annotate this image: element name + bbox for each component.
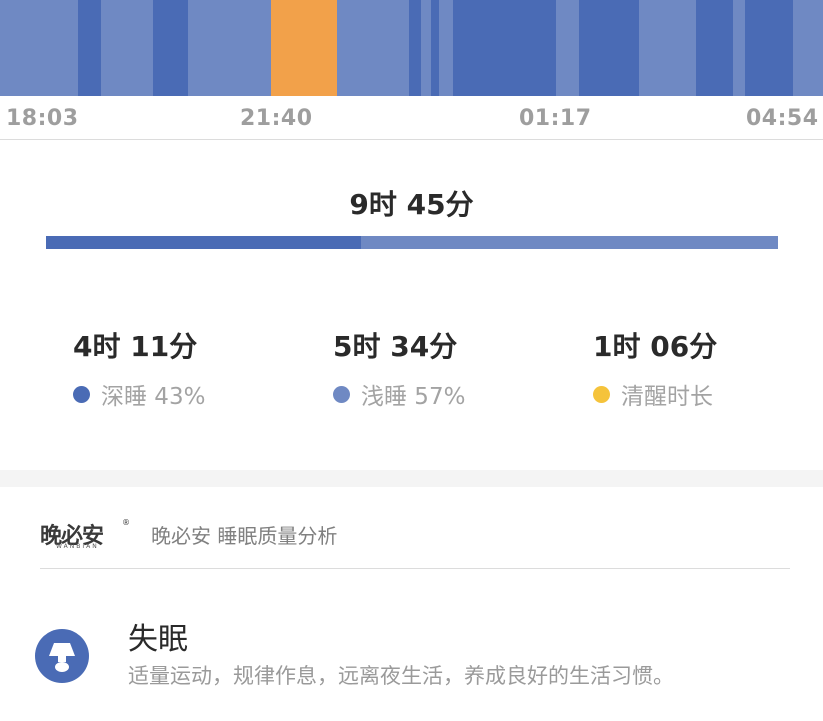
stat-value: 5时 34分 — [333, 330, 458, 363]
result-title: 失眠 — [128, 622, 188, 657]
stat-label: 浅睡 57% — [361, 384, 466, 410]
stat-label: 深睡 43% — [101, 384, 206, 410]
stat-label-row: 清醒时长 — [593, 377, 717, 411]
time-tick: 04:54 — [746, 106, 819, 131]
deep-sleep-portion — [46, 236, 361, 249]
stat-value: 4时 11分 — [73, 330, 198, 363]
time-tick: 01:17 — [519, 106, 592, 131]
stat-label: 清醒时长 — [621, 384, 713, 410]
sleep-result-card: 失眠 适量运动，规律作息，远离夜生活，养成良好的生活习惯。 — [0, 610, 823, 721]
sleep-stage-deep — [579, 0, 639, 96]
sleep-stage-light — [639, 0, 696, 96]
sleep-stage-deep — [153, 0, 188, 96]
registered-mark: ® — [122, 518, 130, 527]
sleep-stage-light — [0, 0, 78, 96]
light-sleep-portion — [360, 236, 778, 249]
sleep-stage-deep — [431, 0, 439, 96]
sleep-stage-deep — [745, 0, 793, 96]
sleep-stage-light — [421, 0, 431, 96]
sleep-stage-deep — [696, 0, 733, 96]
light-sleep-dot-icon — [333, 385, 350, 403]
stat-awake: 1时 06分 清醒时长 — [593, 325, 717, 411]
awake-dot-icon — [593, 385, 610, 403]
stat-value: 1时 06分 — [593, 330, 718, 363]
stat-light-sleep: 5时 34分 浅睡 57% — [333, 325, 465, 411]
sleep-stage-deep — [409, 0, 421, 96]
sleep-stage-deep — [78, 0, 101, 96]
time-tick: 18:03 — [6, 106, 79, 131]
deep-light-ratio-bar — [46, 236, 778, 249]
brand-logo: 晚必安 ® WANBIAN — [40, 518, 130, 550]
section-divider — [0, 470, 823, 487]
sleep-stage-light — [337, 0, 409, 96]
deep-sleep-dot-icon — [73, 385, 90, 403]
time-tick: 21:40 — [240, 106, 313, 131]
sleep-stage-chart — [0, 0, 823, 96]
sleep-stage-light — [439, 0, 453, 96]
stat-label-row: 浅睡 57% — [333, 377, 465, 411]
sleep-stage-deep — [453, 0, 556, 96]
sleep-stage-light — [188, 0, 271, 96]
sleep-stage-light — [101, 0, 153, 96]
sleep-stage-light — [793, 0, 823, 96]
total-sleep-duration: 9时 45分 — [349, 188, 474, 221]
sleep-stage-awake — [271, 0, 337, 96]
logo-subtext: WANBIAN — [56, 543, 99, 550]
stat-label-row: 深睡 43% — [73, 377, 205, 411]
time-axis: 18:03 21:40 01:17 04:54 — [0, 96, 823, 140]
lamp-icon — [35, 629, 89, 683]
sleep-stage-light — [733, 0, 745, 96]
stat-deep-sleep: 4时 11分 深睡 43% — [73, 325, 205, 411]
analysis-heading: 晚必安 睡眠质量分析 — [151, 524, 338, 548]
result-advice: 适量运动，规律作息，远离夜生活，养成良好的生活习惯。 — [128, 664, 674, 688]
brand-header: 晚必安 ® WANBIAN 晚必安 睡眠质量分析 — [40, 516, 790, 569]
sleep-stage-light — [556, 0, 579, 96]
